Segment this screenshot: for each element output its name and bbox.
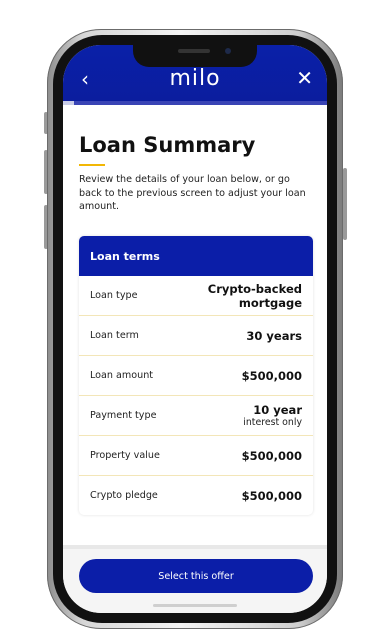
intro-text: Review the details of your loan below, o… xyxy=(79,174,306,212)
loan-summary-panel: Loan Summary Review the details of your … xyxy=(63,105,327,545)
term-row-loan-amount: Loan amount $500,000 xyxy=(79,356,313,396)
term-label: Crypto pledge xyxy=(90,490,158,501)
page-title: Loan Summary xyxy=(79,133,256,157)
term-value: $500,000 xyxy=(241,488,302,503)
term-row-loan-type: Loan type Crypto-backed mortgage xyxy=(79,276,313,316)
power-button xyxy=(343,168,347,240)
close-icon[interactable]: ✕ xyxy=(296,68,313,88)
title-underline xyxy=(79,164,105,166)
term-label: Payment type xyxy=(90,410,157,421)
phone-screen: ‹ milo ✕ Loan Summary Review the details… xyxy=(63,45,327,613)
term-row-crypto-pledge: Crypto pledge $500,000 xyxy=(79,476,313,515)
loan-terms-card: Loan terms Loan type Crypto-backed mortg… xyxy=(79,236,313,515)
canvas: ‹ milo ✕ Loan Summary Review the details… xyxy=(0,0,383,631)
term-value: $500,000 xyxy=(241,448,302,463)
term-label: Loan type xyxy=(90,290,138,301)
term-value: Crypto-backed mortgage xyxy=(207,281,302,310)
home-indicator xyxy=(153,604,237,607)
front-camera xyxy=(225,48,231,54)
term-label: Loan term xyxy=(90,330,139,341)
term-label: Loan amount xyxy=(90,370,154,381)
brand-logo: milo xyxy=(169,66,221,91)
select-offer-button[interactable]: Select this offer xyxy=(79,559,313,593)
speaker-grille xyxy=(178,49,210,53)
footer-bar: Select this offer xyxy=(63,549,327,613)
term-row-loan-term: Loan term 30 years xyxy=(79,316,313,356)
term-value-group: 10 year interest only xyxy=(243,403,302,428)
term-value: 10 year xyxy=(253,403,302,417)
phone-notch xyxy=(133,45,257,67)
loan-terms-heading: Loan terms xyxy=(79,236,313,276)
term-value: 30 years xyxy=(246,328,302,343)
term-label: Property value xyxy=(90,450,160,461)
term-value: $500,000 xyxy=(241,368,302,383)
term-row-property-value: Property value $500,000 xyxy=(79,436,313,476)
term-row-payment-type: Payment type 10 year interest only xyxy=(79,396,313,436)
term-value-detail: interest only xyxy=(243,417,302,428)
